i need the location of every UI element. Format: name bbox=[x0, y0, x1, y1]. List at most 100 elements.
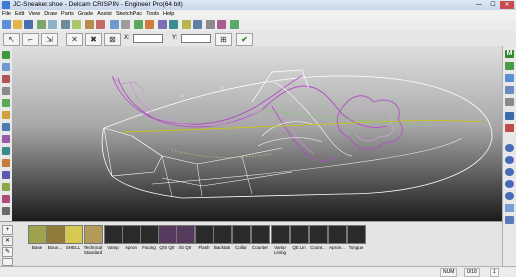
component-base[interactable]: Base bbox=[28, 225, 47, 250]
point-icon[interactable] bbox=[2, 87, 10, 95]
text-icon[interactable] bbox=[2, 135, 10, 143]
menu-file[interactable]: File bbox=[0, 10, 13, 19]
component-add-icon[interactable]: + bbox=[2, 225, 13, 235]
component-flash[interactable]: Flash bbox=[195, 225, 214, 250]
menu-draw[interactable]: Draw bbox=[42, 10, 59, 19]
mirror-icon[interactable] bbox=[2, 99, 10, 107]
component-os-quarter[interactable]: Q/S Qtr bbox=[158, 225, 177, 250]
close-button[interactable]: ✕ bbox=[500, 1, 514, 9]
heel-panel-curve bbox=[103, 127, 163, 177]
render-icon[interactable] bbox=[158, 20, 167, 29]
refresh-icon[interactable] bbox=[169, 20, 178, 29]
component-facing[interactable]: Facing bbox=[140, 225, 159, 250]
check-icon[interactable] bbox=[230, 20, 239, 29]
component-boundary[interactable]: Boun... bbox=[46, 225, 65, 250]
lasting-icon[interactable] bbox=[2, 195, 10, 203]
rotate-icon[interactable] bbox=[134, 20, 143, 29]
view-top-icon[interactable] bbox=[505, 62, 514, 70]
pan-view-icon[interactable] bbox=[505, 204, 514, 212]
collar-curve-3 bbox=[129, 81, 269, 127]
zoom-icon[interactable] bbox=[110, 20, 119, 29]
view-front-icon[interactable] bbox=[505, 86, 514, 94]
component-tongue[interactable]: Tongue bbox=[347, 225, 366, 250]
grid-point bbox=[307, 85, 309, 87]
new-icon[interactable] bbox=[2, 20, 11, 29]
y-coordinate-input[interactable] bbox=[181, 34, 211, 43]
x-coordinate-input[interactable] bbox=[133, 34, 163, 43]
punch-icon[interactable] bbox=[2, 123, 10, 131]
menu-view[interactable]: View bbox=[26, 10, 42, 19]
zoom-window-icon[interactable] bbox=[505, 168, 514, 176]
open-icon[interactable] bbox=[13, 20, 22, 29]
component-collar[interactable]: Collar bbox=[232, 225, 251, 250]
component-counter[interactable]: Counter bbox=[251, 225, 270, 250]
menu-tools[interactable]: Tools bbox=[144, 10, 161, 19]
last-icon[interactable] bbox=[72, 20, 81, 29]
settings-icon[interactable] bbox=[193, 20, 202, 29]
menu-grade[interactable]: Grade bbox=[76, 10, 95, 19]
grid-icon[interactable] bbox=[48, 20, 57, 29]
component-apron[interactable]: Apron bbox=[122, 225, 141, 250]
break-icon[interactable]: ✕ bbox=[66, 33, 83, 46]
stitch-icon[interactable] bbox=[2, 111, 10, 119]
zoom-previous-icon[interactable] bbox=[505, 192, 514, 200]
material-icon[interactable] bbox=[85, 20, 94, 29]
component-vamp-lining[interactable]: Vamp Lining bbox=[271, 225, 290, 255]
pan-icon[interactable] bbox=[121, 20, 130, 29]
component-apron-lining[interactable]: Apron... bbox=[328, 225, 347, 250]
arc-icon[interactable] bbox=[2, 63, 10, 71]
zoom-all-icon[interactable] bbox=[505, 180, 514, 188]
trim-icon[interactable]: ⌐ bbox=[22, 33, 39, 46]
status-bar: NUM 0/18 1 bbox=[0, 266, 516, 277]
grid-point bbox=[271, 71, 273, 73]
menu-help[interactable]: Help bbox=[161, 10, 176, 19]
maximize-button[interactable]: ☐ bbox=[486, 1, 500, 9]
menu-edit[interactable]: Edit bbox=[13, 10, 26, 19]
layer-icon[interactable] bbox=[61, 20, 70, 29]
hide-icon[interactable] bbox=[505, 124, 514, 132]
confirm-check-icon[interactable]: ✔ bbox=[236, 33, 253, 46]
menu-parts[interactable]: Parts bbox=[59, 10, 76, 19]
layer-toggle-icon[interactable] bbox=[505, 112, 514, 120]
cut-icon[interactable] bbox=[96, 20, 105, 29]
window-icon[interactable] bbox=[206, 20, 215, 29]
allowance-icon[interactable] bbox=[2, 183, 10, 191]
component-counter-lining[interactable]: Count... bbox=[309, 225, 328, 250]
palette-icon[interactable] bbox=[217, 20, 226, 29]
component-is-quarter[interactable]: I/S Qtr bbox=[176, 225, 195, 250]
component-more-icon[interactable] bbox=[2, 258, 13, 266]
midsole-curve bbox=[161, 171, 293, 187]
select-icon[interactable]: ↖ bbox=[3, 33, 20, 46]
mode-indicator[interactable]: M bbox=[505, 50, 514, 58]
minimize-button[interactable]: — bbox=[472, 1, 486, 9]
extend-icon[interactable]: ⇲ bbox=[41, 33, 58, 46]
fit-view-icon[interactable] bbox=[505, 216, 514, 224]
design-viewport[interactable] bbox=[12, 46, 502, 221]
fold-icon[interactable] bbox=[2, 171, 10, 179]
component-shell[interactable]: SHELL bbox=[64, 225, 83, 250]
notch-icon[interactable] bbox=[2, 159, 10, 167]
view-iso-icon[interactable] bbox=[505, 98, 514, 106]
zoom-out-icon[interactable] bbox=[505, 156, 514, 164]
draw-line-icon[interactable] bbox=[2, 51, 10, 59]
help-icon[interactable] bbox=[182, 20, 191, 29]
menu-assist[interactable]: Assist bbox=[95, 10, 114, 19]
component-backtab[interactable]: Backtab bbox=[213, 225, 232, 250]
component-delete-icon[interactable]: ✕ bbox=[2, 236, 13, 246]
delete-icon[interactable]: ✖ bbox=[85, 33, 102, 46]
component-quarter-lining[interactable]: Qtr.Lin bbox=[290, 225, 309, 250]
menu-sketchpac[interactable]: SketchPac bbox=[114, 10, 144, 19]
save-icon[interactable] bbox=[24, 20, 33, 29]
measure-length-icon[interactable] bbox=[2, 207, 10, 215]
component-edit-icon[interactable]: ✎ bbox=[2, 247, 13, 257]
shoe-icon[interactable] bbox=[37, 20, 46, 29]
component-technical-standard[interactable]: Technical Standard bbox=[82, 225, 104, 255]
coordinate-options-icon[interactable]: ⊞ bbox=[215, 33, 232, 46]
dimension-icon[interactable] bbox=[2, 147, 10, 155]
zoom-in-icon[interactable] bbox=[505, 144, 514, 152]
spline-icon[interactable] bbox=[2, 75, 10, 83]
view-side-icon[interactable] bbox=[505, 74, 514, 82]
component-vamp[interactable]: Vamp bbox=[104, 225, 123, 250]
measure-icon[interactable] bbox=[145, 20, 154, 29]
offset-icon[interactable]: ⊠ bbox=[104, 33, 121, 46]
